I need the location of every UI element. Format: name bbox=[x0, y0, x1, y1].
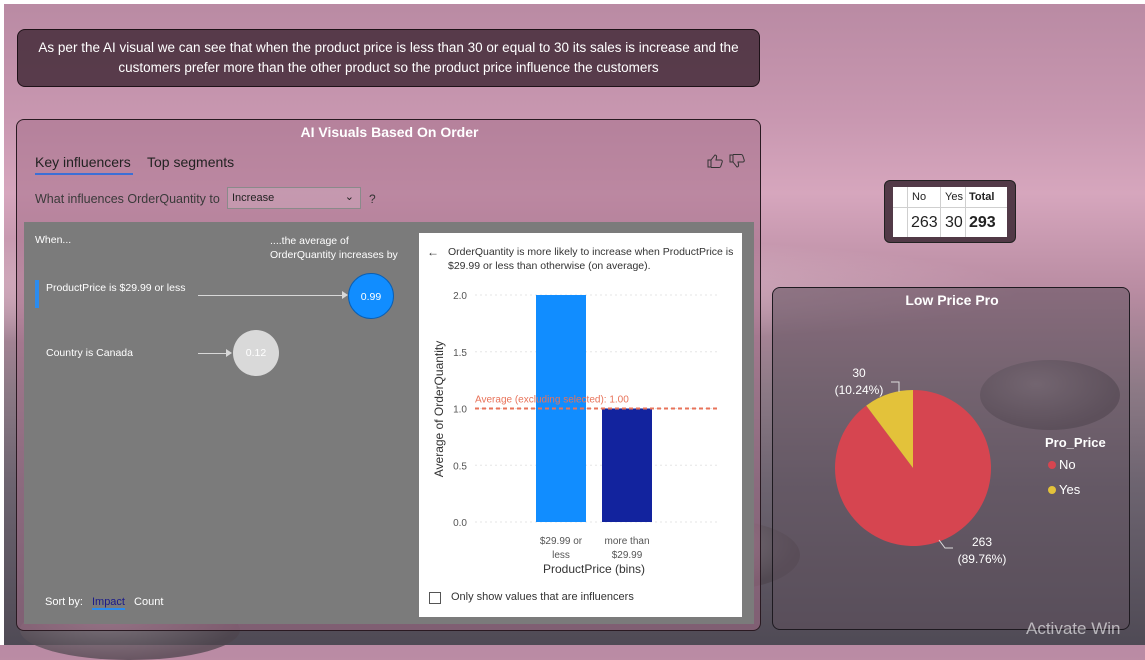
matrix-divider bbox=[940, 187, 941, 237]
pie-leader-line bbox=[891, 381, 900, 392]
sort-label: Sort by: bbox=[45, 596, 83, 608]
matrix-value-total: 293 bbox=[969, 214, 996, 231]
influencer-arrow bbox=[198, 353, 228, 354]
checkbox-label: Only show values that are influencers bbox=[451, 591, 634, 603]
legend-dot bbox=[1048, 485, 1056, 494]
matrix-grid: No Yes Total 263 30 293 bbox=[893, 187, 1007, 237]
when-header: When... bbox=[35, 234, 72, 246]
sort-option-count[interactable]: Count bbox=[134, 596, 163, 608]
window-frame bbox=[0, 0, 4, 645]
y-tick-label: 0.0 bbox=[453, 518, 467, 529]
bar bbox=[602, 408, 652, 522]
avg-header: ....the average of OrderQuantity increas… bbox=[270, 235, 398, 261]
influencers-only-checkbox[interactable] bbox=[429, 592, 441, 604]
bar-chart: 0.0 0.5 1.0 1.5 2.0 $29.99 or less more than $29… bbox=[432, 291, 719, 576]
matrix-divider bbox=[893, 207, 1007, 208]
legend-item-no[interactable]: No bbox=[1048, 457, 1076, 472]
x-tick-label: $29.99 or bbox=[540, 536, 583, 547]
insight-note-text: As per the AI visual we can see that whe… bbox=[38, 40, 739, 75]
sort-control: Sort by: Impact Count bbox=[45, 596, 163, 610]
tab-key-influencers[interactable]: Key influencers bbox=[35, 154, 131, 170]
legend-item-yes[interactable]: Yes bbox=[1048, 482, 1080, 497]
matrix-header-total: Total bbox=[969, 191, 995, 203]
tab-top-segments[interactable]: Top segments bbox=[147, 154, 234, 170]
matrix-value-no: 263 bbox=[911, 214, 938, 231]
tab-selected-underline bbox=[35, 173, 133, 175]
question-label: What influences OrderQuantity to bbox=[35, 192, 220, 206]
window-frame bbox=[0, 0, 1145, 4]
y-tick-label: 1.0 bbox=[453, 405, 467, 416]
dropdown-value: Increase bbox=[232, 192, 275, 204]
matrix-header-no: No bbox=[912, 191, 927, 203]
pie-label-no: 263 (89.76%) bbox=[947, 534, 1017, 568]
chevron-down-icon: ⌄ bbox=[344, 191, 354, 203]
legend-label: Yes bbox=[1059, 482, 1081, 497]
pie-chart bbox=[835, 381, 991, 549]
matrix-divider bbox=[965, 187, 966, 237]
arrow-head bbox=[226, 349, 232, 357]
visual-title: AI Visuals Based On Order bbox=[300, 124, 479, 140]
x-tick-label: less bbox=[552, 550, 570, 561]
question-mark: ? bbox=[369, 192, 376, 206]
pie-label-yes: 30 (10.24%) bbox=[829, 365, 889, 399]
pie-label-no-pct: (89.76%) bbox=[957, 552, 1007, 566]
y-axis-title: Average of OrderQuantity bbox=[432, 341, 446, 478]
influencer-bubble[interactable]: 0.12 bbox=[233, 330, 279, 376]
influencer-label[interactable]: ProductPrice is $29.99 or less bbox=[46, 281, 186, 295]
sort-option-impact[interactable]: Impact bbox=[91, 596, 125, 610]
activate-windows-watermark: Activate Win bbox=[1026, 619, 1121, 638]
pie-label-no-value: 263 bbox=[971, 535, 993, 549]
influencer-label[interactable]: Country is Canada bbox=[46, 346, 186, 360]
influence-target-dropdown[interactable]: Increase ⌄ bbox=[227, 187, 361, 209]
matrix-header-yes: Yes bbox=[945, 191, 963, 203]
influencer-detail-card: ← OrderQuantity is more likely to increa… bbox=[419, 233, 742, 617]
thumbs-down-icon[interactable] bbox=[729, 154, 745, 171]
pie-label-yes-pct: (10.24%) bbox=[834, 383, 884, 397]
arrow-left-icon[interactable]: ← bbox=[427, 245, 439, 259]
insight-note: As per the AI visual we can see that whe… bbox=[17, 29, 760, 87]
y-tick-label: 0.5 bbox=[453, 461, 467, 472]
selected-indicator bbox=[35, 280, 39, 308]
legend-dot bbox=[1048, 460, 1056, 469]
influencer-bubble[interactable]: 0.99 bbox=[348, 273, 394, 319]
pie-label-yes-value: 30 bbox=[852, 366, 866, 380]
x-tick-label: $29.99 bbox=[612, 550, 643, 561]
y-tick-label: 1.5 bbox=[453, 348, 467, 359]
x-tick-label: more than bbox=[604, 536, 649, 547]
x-axis-title: ProductPrice (bins) bbox=[543, 562, 645, 576]
price-matrix: No Yes Total 263 30 293 bbox=[884, 180, 1016, 243]
matrix-divider bbox=[907, 187, 908, 237]
thumbs-up-icon[interactable] bbox=[707, 154, 723, 171]
y-tick-label: 2.0 bbox=[453, 291, 467, 302]
legend-title: Pro_Price bbox=[1045, 435, 1106, 450]
matrix-value-yes: 30 bbox=[945, 214, 963, 231]
low-price-pie-visual: Low Price Pro 30 (10.24%) 263 (89.76%) P… bbox=[772, 287, 1130, 630]
influencer-arrow bbox=[198, 295, 344, 296]
detail-heading: ← OrderQuantity is more likely to increa… bbox=[427, 245, 737, 273]
key-influencers-visual: AI Visuals Based On Order Key influencer… bbox=[16, 119, 761, 631]
detail-heading-text: OrderQuantity is more likely to increase… bbox=[448, 246, 734, 272]
reference-line-label: Average (excluding selected): 1.00 bbox=[475, 395, 629, 406]
legend-label: No bbox=[1059, 457, 1076, 472]
